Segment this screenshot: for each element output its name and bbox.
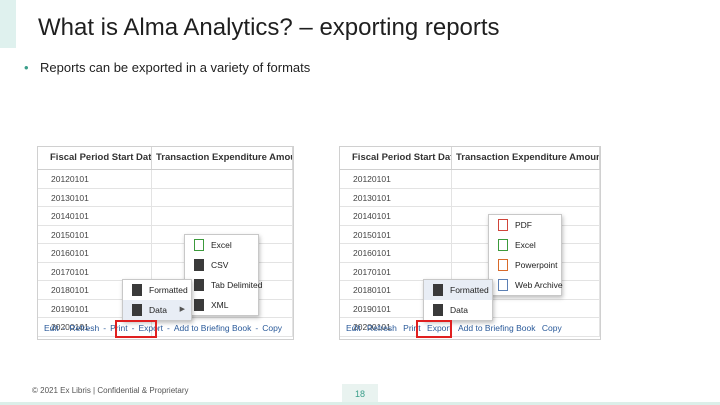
menu-item-formatted[interactable]: Formatted <box>424 280 492 300</box>
menu-item-formatted[interactable]: Formatted <box>123 280 191 300</box>
document-icon <box>194 259 204 271</box>
copy-link[interactable]: Copy <box>542 323 562 333</box>
link-separator: - <box>103 323 107 333</box>
document-icon <box>132 304 142 316</box>
table-cell: 20120101 <box>340 170 452 188</box>
link-separator: - <box>62 323 66 333</box>
export-menu: Formatted Data ▶ <box>122 279 192 321</box>
menu-item-label: XML <box>211 300 229 310</box>
submenu-arrow-icon: ▶ <box>179 306 185 313</box>
table-cell: 20130101 <box>38 188 152 206</box>
export-menu: Formatted Data <box>423 279 493 321</box>
table-cell: 20170101 <box>38 262 152 280</box>
table-header: Fiscal Period Start Date Transaction Exp… <box>340 147 600 170</box>
accent-bar <box>0 0 16 48</box>
column-header[interactable]: Transaction Expenditure Amount <box>452 147 600 169</box>
table-cell: 20140101 <box>340 207 452 225</box>
table-row: 20120101 <box>340 170 600 189</box>
export-highlight-box <box>115 320 157 338</box>
document-icon <box>132 284 142 296</box>
edit-link[interactable]: Edit <box>44 323 59 333</box>
bullet-point: • Reports can be exported in a variety of… <box>24 60 310 75</box>
page-number: 18 <box>342 384 378 404</box>
table-cell: 20140101 <box>38 207 152 225</box>
add-to-briefing-book-link[interactable]: Add to Briefing Book <box>174 323 252 333</box>
export-highlight-box <box>416 320 452 338</box>
menu-item-powerpoint[interactable]: Powerpoint <box>489 255 561 275</box>
document-icon <box>194 279 204 291</box>
edit-link[interactable]: Edit <box>346 323 361 333</box>
menu-item-label: CSV <box>211 260 229 270</box>
powerpoint-icon <box>498 259 508 271</box>
table-row: 20140101 <box>38 207 293 226</box>
table-cell: 20130101 <box>340 188 452 206</box>
data-export-submenu: Excel CSV Tab Delimited XML <box>184 234 263 316</box>
table-cell: 20160101 <box>340 244 452 262</box>
document-icon <box>194 299 204 311</box>
menu-item-web-archive[interactable]: Web Archive <box>489 275 563 295</box>
report-links: Edit Refresh Print Export Add to Briefin… <box>340 323 600 339</box>
menu-item-label: Excel <box>515 240 536 250</box>
column-header[interactable]: Fiscal Period Start Date <box>340 147 452 169</box>
menu-item-excel[interactable]: Excel <box>185 235 258 255</box>
menu-item-label: Formatted <box>149 285 188 295</box>
excel-icon <box>498 239 508 251</box>
refresh-link[interactable]: Refresh <box>70 323 100 333</box>
table-cell: 20170101 <box>340 262 452 280</box>
menu-item-label: Tab Delimited <box>211 280 263 290</box>
web-archive-icon <box>498 279 508 291</box>
menu-item-label: PDF <box>515 220 532 230</box>
menu-item-label: Formatted <box>450 285 489 295</box>
menu-item-label: Powerpoint <box>515 260 558 270</box>
table-row: 20120101 <box>38 170 293 189</box>
menu-item-csv[interactable]: CSV <box>185 255 258 275</box>
bullet-dot-icon: • <box>24 60 29 75</box>
menu-item-label: Data <box>149 305 167 315</box>
table-row: 20130101 <box>340 188 600 207</box>
slide-title: What is Alma Analytics? – exporting repo… <box>38 14 500 41</box>
table-cell <box>152 207 293 225</box>
table-cell: 20150101 <box>340 225 452 243</box>
menu-item-label: Excel <box>211 240 232 250</box>
formatted-export-submenu: PDF Excel Powerpoint Web Archive <box>488 214 563 296</box>
table-header: Fiscal Period Start Date Transaction Exp… <box>38 147 293 170</box>
table-cell <box>152 188 293 206</box>
menu-item-data[interactable]: Data <box>424 300 492 320</box>
bullet-text: Reports can be exported in a variety of … <box>40 60 311 75</box>
link-separator: - <box>255 323 259 333</box>
add-to-briefing-book-link[interactable]: Add to Briefing Book <box>458 323 536 333</box>
table-cell <box>452 170 600 188</box>
menu-item-pdf[interactable]: PDF <box>489 215 561 235</box>
menu-item-excel[interactable]: Excel <box>489 235 561 255</box>
table-cell: 20120101 <box>38 170 152 188</box>
menu-item-xml[interactable]: XML <box>185 295 258 315</box>
menu-item-data[interactable]: Data ▶ <box>123 300 191 320</box>
menu-item-tab-delimited[interactable]: Tab Delimited <box>185 275 263 295</box>
table-cell <box>152 170 293 188</box>
table-cell <box>452 188 600 206</box>
link-separator: - <box>167 323 170 333</box>
copy-link[interactable]: Copy <box>262 323 282 333</box>
footer-text: © 2021 Ex Libris | Confidential & Propri… <box>32 386 189 395</box>
refresh-link[interactable]: Refresh <box>367 323 397 333</box>
pdf-icon <box>498 219 508 231</box>
menu-item-label: Data <box>450 305 468 315</box>
column-header[interactable]: Fiscal Period Start Date <box>38 147 152 169</box>
excel-icon <box>194 239 204 251</box>
document-icon <box>433 284 443 296</box>
column-header[interactable]: Transaction Expenditure Amount <box>152 147 293 169</box>
table-cell: 20160101 <box>38 244 152 262</box>
menu-item-label: Web Archive <box>515 280 563 290</box>
report-links: Edit - Refresh - Print - Export - Add to Briefin… <box>38 323 293 339</box>
table-cell: 20150101 <box>38 225 152 243</box>
document-icon <box>433 304 443 316</box>
table-row: 20130101 <box>38 188 293 207</box>
